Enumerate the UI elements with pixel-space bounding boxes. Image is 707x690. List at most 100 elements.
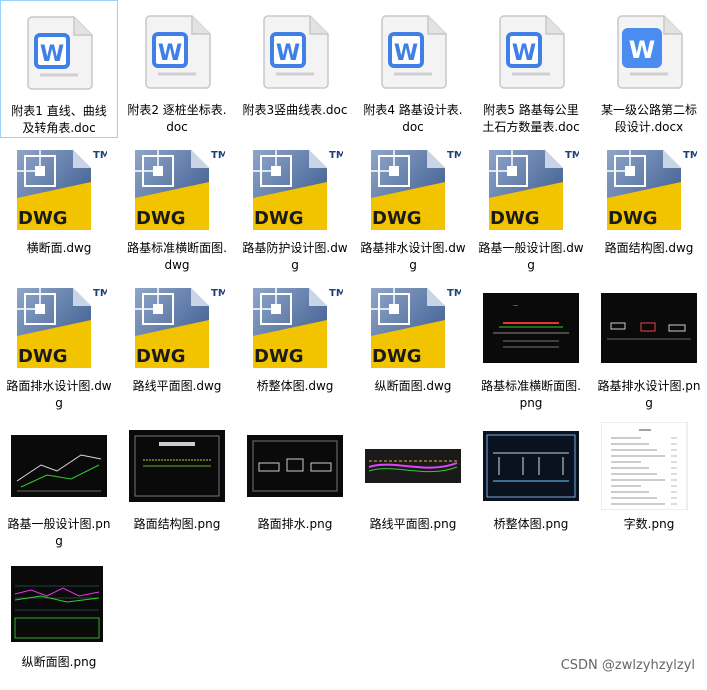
file-item[interactable]: 字数.png — [590, 414, 707, 552]
file-name: 某一级公路第二标段设计.docx — [600, 103, 697, 134]
file-item[interactable]: W 附表4 路基设计表.doc — [354, 0, 472, 138]
image-thumbnail — [601, 282, 697, 374]
dwg-icon: DWG TM — [11, 144, 107, 236]
svg-text:W: W — [276, 41, 300, 66]
file-item[interactable]: DWG TM 桥整体图.dwg — [236, 276, 354, 414]
file-name: 附表5 路基每公里土石方数量表.doc — [482, 103, 580, 134]
svg-text:W: W — [394, 41, 418, 66]
file-item[interactable]: DWG TM 纵断面图.dwg — [354, 276, 472, 414]
watermark: CSDN @zwlzyhzylzyl — [560, 658, 695, 673]
file-name: 路基标准横断面图.dwg — [127, 241, 227, 272]
file-item[interactable]: W 附表1 直线、曲线及转角表.doc — [0, 0, 118, 138]
file-item[interactable]: 路线平面图.png — [354, 414, 472, 552]
file-name: 路面排水设计图.dwg — [6, 379, 112, 410]
svg-text:W: W — [40, 42, 64, 67]
svg-text:TM: TM — [329, 288, 343, 299]
file-name: 路基一般设计图.png — [7, 517, 111, 548]
file-name: 路线平面图.dwg — [132, 379, 222, 393]
svg-text:W: W — [158, 41, 182, 66]
svg-text:W: W — [512, 41, 536, 66]
file-name: 桥整体图.png — [493, 517, 569, 531]
file-item[interactable]: 纵断面图.png — [0, 552, 118, 690]
image-thumbnail — [365, 420, 461, 512]
file-item[interactable]: W 某一级公路第二标段设计.docx — [590, 0, 707, 138]
svg-text:DWG: DWG — [18, 208, 68, 229]
image-thumbnail: — — [483, 282, 579, 374]
dwg-icon: DWG TM — [601, 144, 697, 236]
svg-text:DWG: DWG — [608, 208, 658, 229]
file-name: 纵断面图.dwg — [374, 379, 452, 393]
file-name: 路基防护设计图.dwg — [242, 241, 348, 272]
file-item[interactable]: — 路基标准横断面图.png — [472, 276, 590, 414]
svg-text:DWG: DWG — [254, 346, 304, 367]
svg-text:W: W — [629, 36, 655, 64]
svg-text:—: — — [513, 303, 518, 309]
file-item[interactable]: DWG TM 路面结构图.dwg — [590, 138, 707, 276]
file-item[interactable]: W 附表2 逐桩坐标表.doc — [118, 0, 236, 138]
dwg-icon: DWG TM — [483, 144, 579, 236]
image-thumbnail — [11, 420, 107, 512]
file-item[interactable]: 路基排水设计图.png — [590, 276, 707, 414]
dwg-icon: DWG TM — [365, 144, 461, 236]
image-thumbnail — [601, 420, 697, 512]
file-item[interactable]: W 附表5 路基每公里土石方数量表.doc — [472, 0, 590, 138]
word-icon: W — [483, 6, 579, 98]
file-item[interactable]: DWG TM 路基一般设计图.dwg — [472, 138, 590, 276]
file-name: 附表4 路基设计表.doc — [363, 103, 463, 134]
word-icon: W — [129, 6, 225, 98]
word-icon: W — [11, 7, 107, 99]
svg-text:TM: TM — [93, 150, 107, 161]
svg-text:TM: TM — [447, 150, 461, 161]
dwg-icon: DWG TM — [247, 144, 343, 236]
word-icon: W — [601, 6, 697, 98]
svg-text:TM: TM — [683, 150, 697, 161]
svg-text:DWG: DWG — [372, 346, 422, 367]
file-item[interactable]: DWG TM 路基排水设计图.dwg — [354, 138, 472, 276]
file-name: 路面排水.png — [257, 517, 333, 531]
file-name: 路基标准横断面图.png — [481, 379, 581, 410]
image-thumbnail — [11, 558, 107, 650]
file-item[interactable]: DWG TM 横断面.dwg — [0, 138, 118, 276]
file-name: 横断面.dwg — [26, 241, 92, 255]
file-item[interactable]: DWG TM 路面排水设计图.dwg — [0, 276, 118, 414]
file-name: 路面结构图.dwg — [604, 241, 694, 255]
dwg-icon: DWG TM — [129, 282, 225, 374]
file-item[interactable]: 路面排水.png — [236, 414, 354, 552]
file-item[interactable]: DWG TM 路基防护设计图.dwg — [236, 138, 354, 276]
file-item[interactable]: 桥整体图.png — [472, 414, 590, 552]
svg-text:TM: TM — [93, 288, 107, 299]
dwg-icon: DWG TM — [247, 282, 343, 374]
word-icon: W — [247, 6, 343, 98]
file-item[interactable]: 路基一般设计图.png — [0, 414, 118, 552]
file-item[interactable]: 路面结构图.png — [118, 414, 236, 552]
file-name: 纵断面图.png — [21, 655, 97, 669]
image-thumbnail — [483, 420, 579, 512]
file-name: 路基一般设计图.dwg — [478, 241, 584, 272]
svg-text:DWG: DWG — [18, 346, 68, 367]
file-item[interactable]: W 附表3竖曲线表.doc — [236, 0, 354, 138]
svg-text:TM: TM — [211, 150, 225, 161]
file-item[interactable]: DWG TM 路线平面图.dwg — [118, 276, 236, 414]
file-name: 路基排水设计图.dwg — [360, 241, 466, 272]
svg-text:TM: TM — [211, 288, 225, 299]
file-name: 附表2 逐桩坐标表.doc — [127, 103, 227, 134]
file-name: 字数.png — [623, 517, 675, 531]
dwg-icon: DWG TM — [129, 144, 225, 236]
svg-text:DWG: DWG — [254, 208, 304, 229]
image-thumbnail — [247, 420, 343, 512]
word-icon: W — [365, 6, 461, 98]
file-name: 附表3竖曲线表.doc — [242, 103, 348, 117]
svg-text:DWG: DWG — [136, 346, 186, 367]
file-item[interactable]: DWG TM 路基标准横断面图.dwg — [118, 138, 236, 276]
svg-text:TM: TM — [565, 150, 579, 161]
svg-text:DWG: DWG — [136, 208, 186, 229]
file-name: 路面结构图.png — [133, 517, 221, 531]
file-name: 路基排水设计图.png — [597, 379, 701, 410]
svg-text:DWG: DWG — [490, 208, 540, 229]
svg-text:TM: TM — [447, 288, 461, 299]
file-name: 桥整体图.dwg — [256, 379, 334, 393]
svg-text:DWG: DWG — [372, 208, 422, 229]
dwg-icon: DWG TM — [365, 282, 461, 374]
image-thumbnail — [129, 420, 225, 512]
file-name: 路线平面图.png — [369, 517, 457, 531]
